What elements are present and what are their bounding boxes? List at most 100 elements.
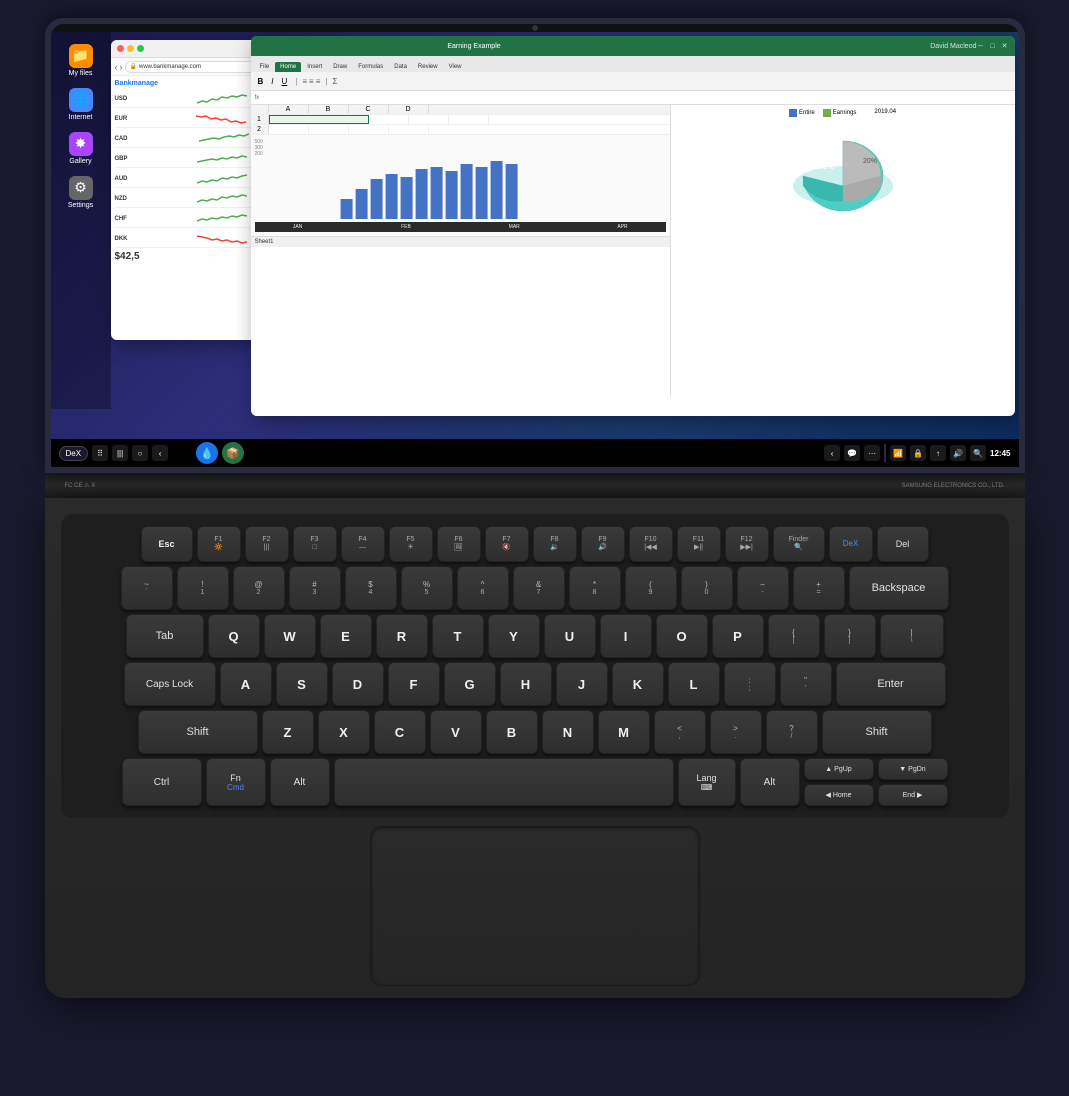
cell-b2[interactable] bbox=[309, 125, 349, 134]
key-lang[interactable]: Lang ⌨ bbox=[678, 758, 736, 806]
key-f7[interactable]: F7 🔇 bbox=[485, 526, 529, 562]
key-slash[interactable]: ? / bbox=[766, 710, 818, 754]
key-end[interactable]: End ▶ bbox=[878, 784, 948, 806]
sum-icon[interactable]: Σ bbox=[332, 77, 337, 86]
key-finder[interactable]: Finder 🔍 bbox=[773, 526, 825, 562]
key-rbracket[interactable]: } ] bbox=[824, 614, 876, 658]
key-u[interactable]: U bbox=[544, 614, 596, 658]
back-icon[interactable]: ‹ bbox=[115, 62, 118, 72]
bold-btn[interactable]: B bbox=[255, 76, 267, 87]
key-tab[interactable]: Tab bbox=[126, 614, 204, 658]
key-7[interactable]: & 7 bbox=[513, 566, 565, 610]
key-0[interactable]: ) 0 bbox=[681, 566, 733, 610]
key-pipe[interactable]: | \ bbox=[880, 614, 944, 658]
key-pgdn[interactable]: ▼ PgDn bbox=[878, 758, 948, 780]
key-s[interactable]: S bbox=[276, 662, 328, 706]
key-w[interactable]: W bbox=[264, 614, 316, 658]
key-9[interactable]: ( 9 bbox=[625, 566, 677, 610]
excel-maximize-btn[interactable]: □ bbox=[989, 42, 997, 50]
tab-formulas[interactable]: Formulas bbox=[353, 62, 388, 72]
key-p[interactable]: P bbox=[712, 614, 764, 658]
key-capslock[interactable]: Caps Lock bbox=[124, 662, 216, 706]
tab-file[interactable]: File bbox=[255, 62, 275, 72]
cell-d2[interactable] bbox=[389, 125, 429, 134]
cell-a2[interactable] bbox=[269, 125, 309, 134]
key-lbracket[interactable]: { [ bbox=[768, 614, 820, 658]
taskbar-grid-icon[interactable]: ⠿ bbox=[92, 445, 108, 461]
tab-draw[interactable]: Draw bbox=[328, 62, 352, 72]
key-dex[interactable]: DeX bbox=[829, 526, 873, 562]
key-c[interactable]: C bbox=[374, 710, 426, 754]
key-comma[interactable]: < , bbox=[654, 710, 706, 754]
trackpad[interactable] bbox=[370, 826, 700, 986]
key-m[interactable]: M bbox=[598, 710, 650, 754]
cell-b1[interactable] bbox=[369, 115, 409, 124]
key-a[interactable]: A bbox=[220, 662, 272, 706]
key-5[interactable]: % 5 bbox=[401, 566, 453, 610]
forward-icon[interactable]: › bbox=[120, 62, 123, 72]
search-icon[interactable]: 🔍 bbox=[970, 445, 986, 461]
key-alt-right[interactable]: Alt bbox=[740, 758, 800, 806]
taskbar-home-icon[interactable]: ○ bbox=[132, 445, 148, 461]
taskbar-app2-icon[interactable]: 📦 bbox=[222, 442, 244, 464]
key-d[interactable]: D bbox=[332, 662, 384, 706]
dex-badge[interactable]: DeX bbox=[59, 446, 89, 461]
excel-window[interactable]: Earning Example David Macleod ─ □ ✕ File… bbox=[251, 36, 1015, 416]
sidebar-item-settings[interactable]: ⚙ Settings bbox=[61, 172, 101, 212]
key-fn[interactable]: Fn Cmd bbox=[206, 758, 266, 806]
align-left-icon[interactable]: ≡ bbox=[302, 77, 307, 86]
key-o[interactable]: O bbox=[656, 614, 708, 658]
key-r[interactable]: R bbox=[376, 614, 428, 658]
key-home[interactable]: ◀ Home bbox=[804, 784, 874, 806]
key-period[interactable]: > . bbox=[710, 710, 762, 754]
cell-c2[interactable] bbox=[349, 125, 389, 134]
key-1[interactable]: ! 1 bbox=[177, 566, 229, 610]
taskbar-app1-icon[interactable]: 💧 bbox=[196, 442, 218, 464]
key-f11[interactable]: F11 ▶|| bbox=[677, 526, 721, 562]
key-f10[interactable]: F10 |◀◀ bbox=[629, 526, 673, 562]
key-q[interactable]: Q bbox=[208, 614, 260, 658]
key-2[interactable]: @ 2 bbox=[233, 566, 285, 610]
key-f5[interactable]: F5 ☀ bbox=[389, 526, 433, 562]
key-t[interactable]: T bbox=[432, 614, 484, 658]
key-4[interactable]: $ 4 bbox=[345, 566, 397, 610]
key-backtick[interactable]: ~ ` bbox=[121, 566, 173, 610]
key-f6[interactable]: F6 🖼 bbox=[437, 526, 481, 562]
cell-c1[interactable] bbox=[409, 115, 449, 124]
wifi-icon[interactable]: 📶 bbox=[890, 445, 906, 461]
key-alt-left[interactable]: Alt bbox=[270, 758, 330, 806]
key-f4[interactable]: F4 — bbox=[341, 526, 385, 562]
volume-icon[interactable]: 🔊 bbox=[950, 445, 966, 461]
key-pgup[interactable]: ▲ PgUp bbox=[804, 758, 874, 780]
key-e[interactable]: E bbox=[320, 614, 372, 658]
cell-a1[interactable] bbox=[269, 115, 369, 124]
browser-min-btn[interactable] bbox=[127, 45, 134, 52]
browser-max-btn[interactable] bbox=[137, 45, 144, 52]
key-i[interactable]: I bbox=[600, 614, 652, 658]
key-quote[interactable]: " ' bbox=[780, 662, 832, 706]
key-f[interactable]: F bbox=[388, 662, 440, 706]
taskbar-chat-icon[interactable]: 💬 bbox=[844, 445, 860, 461]
key-f12[interactable]: F12 ▶▶| bbox=[725, 526, 769, 562]
taskbar-chevron-icon[interactable]: ‹ bbox=[824, 445, 840, 461]
taskbar-more-icon[interactable]: ··· bbox=[864, 445, 880, 461]
key-space[interactable] bbox=[334, 758, 674, 806]
excel-close-btn[interactable]: ✕ bbox=[1001, 42, 1009, 50]
key-semicolon[interactable]: : ; bbox=[724, 662, 776, 706]
key-g[interactable]: G bbox=[444, 662, 496, 706]
key-equals[interactable]: + = bbox=[793, 566, 845, 610]
sidebar-item-gallery[interactable]: ✸ Gallery bbox=[61, 128, 101, 168]
key-n[interactable]: N bbox=[542, 710, 594, 754]
tab-home[interactable]: Home bbox=[275, 62, 301, 72]
key-f9[interactable]: F9 🔊 bbox=[581, 526, 625, 562]
key-b[interactable]: B bbox=[486, 710, 538, 754]
underline-btn[interactable]: U bbox=[279, 76, 291, 87]
sheet-tab[interactable]: Sheet1 bbox=[251, 236, 670, 247]
tab-insert[interactable]: Insert bbox=[302, 62, 327, 72]
tab-view[interactable]: View bbox=[444, 62, 467, 72]
cell-d1[interactable] bbox=[449, 115, 489, 124]
key-k[interactable]: K bbox=[612, 662, 664, 706]
key-v[interactable]: V bbox=[430, 710, 482, 754]
key-ctrl[interactable]: Ctrl bbox=[122, 758, 202, 806]
taskbar-bars-icon[interactable]: ||| bbox=[112, 445, 128, 461]
